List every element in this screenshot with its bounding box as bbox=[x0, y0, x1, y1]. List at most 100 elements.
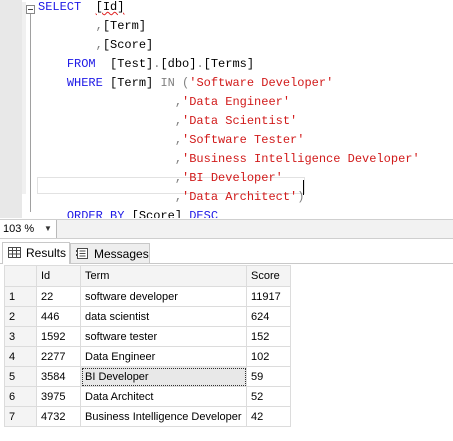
sql-operator: , bbox=[174, 95, 183, 109]
cell-id[interactable]: 3975 bbox=[36, 386, 81, 407]
cell-score[interactable]: 59 bbox=[246, 366, 291, 387]
row-number-cell[interactable]: 3 bbox=[4, 326, 37, 347]
cell-score[interactable]: 52 bbox=[246, 386, 291, 407]
query-editor[interactable]: SELECT [Id] ,[Term] ,[Score] FROM [Test]… bbox=[0, 0, 453, 218]
text-caret bbox=[303, 180, 304, 195]
sql-operator: , bbox=[174, 114, 183, 128]
cell-score[interactable]: 624 bbox=[246, 306, 291, 327]
code-line[interactable]: ,[Term] bbox=[38, 17, 146, 36]
code-line[interactable]: ,'Data Architect') bbox=[38, 188, 305, 207]
sql-string: 'Data Architect' bbox=[182, 190, 298, 204]
code-line[interactable]: ,[Score] bbox=[38, 36, 154, 55]
sql-keyword: SELECT bbox=[38, 0, 82, 14]
results-pane: Id Term Score 1 22 software developer 11917… bbox=[0, 263, 453, 441]
table-row[interactable]: 1 22 software developer 11917 bbox=[4, 286, 291, 307]
sql-keyword: DESC bbox=[189, 209, 219, 218]
code-line[interactable]: ,'Software Tester' bbox=[38, 131, 305, 150]
row-number-cell[interactable]: 4 bbox=[4, 346, 37, 367]
editor-status-strip: 103 % ▼ bbox=[0, 219, 453, 239]
sql-string: 'Software Tester' bbox=[182, 133, 305, 147]
cell-term[interactable]: software tester bbox=[80, 326, 247, 347]
table-row[interactable]: 4 2277 Data Engineer 102 bbox=[4, 346, 291, 367]
messages-icon bbox=[76, 248, 88, 259]
zoom-value: 103 % bbox=[3, 223, 35, 235]
cell-term[interactable]: BI Developer bbox=[80, 366, 247, 387]
column-header-term[interactable]: Term bbox=[80, 265, 247, 287]
code-line[interactable]: WHERE [Term] IN ('Software Developer' bbox=[38, 74, 333, 93]
cell-score[interactable]: 11917 bbox=[246, 286, 291, 307]
sql-text: [Score] bbox=[102, 38, 154, 52]
tab-results[interactable]: Results bbox=[2, 242, 70, 264]
results-grid[interactable]: Id Term Score 1 22 software developer 11917… bbox=[4, 265, 291, 427]
sql-string: 'Data Scientist' bbox=[182, 114, 298, 128]
outline-guide-line bbox=[30, 14, 31, 212]
row-number-cell[interactable]: 6 bbox=[4, 386, 37, 407]
row-number-cell[interactable]: 1 bbox=[4, 286, 37, 307]
sql-operator: , bbox=[174, 171, 183, 185]
code-line[interactable]: ,'Data Scientist' bbox=[38, 112, 297, 131]
table-row[interactable]: 3 1592 software tester 152 bbox=[4, 326, 291, 347]
cell-term[interactable]: data scientist bbox=[80, 306, 247, 327]
tab-messages-label: Messages bbox=[94, 247, 149, 261]
cell-id[interactable]: 4732 bbox=[36, 406, 81, 427]
grid-header-row: Id Term Score bbox=[4, 265, 291, 287]
sql-text: [Terms] bbox=[203, 57, 255, 71]
sql-text: [Term] bbox=[102, 19, 147, 33]
table-row[interactable]: 5 3584 BI Developer 59 bbox=[4, 366, 291, 387]
column-header-score[interactable]: Score bbox=[246, 265, 291, 287]
sql-operator: , bbox=[174, 152, 183, 166]
grid-icon bbox=[8, 247, 21, 258]
cell-id[interactable]: 446 bbox=[36, 306, 81, 327]
sql-operator: , bbox=[95, 38, 103, 52]
sql-text: [dbo] bbox=[160, 57, 197, 71]
cell-id[interactable]: 2277 bbox=[36, 346, 81, 367]
tab-messages[interactable]: Messages bbox=[70, 243, 150, 263]
sql-string: 'BI Developer' bbox=[182, 171, 283, 185]
code-line[interactable]: ,'Data Engineer' bbox=[38, 93, 290, 112]
code-line[interactable]: SELECT [Id] bbox=[38, 0, 124, 17]
cell-score[interactable]: 102 bbox=[246, 346, 291, 367]
table-row[interactable]: 2 446 data scientist 624 bbox=[4, 306, 291, 327]
tab-results-label: Results bbox=[26, 246, 67, 260]
cell-id[interactable]: 3584 bbox=[36, 366, 81, 387]
code-line[interactable]: ,'BI Developer' bbox=[38, 169, 283, 188]
cell-score[interactable]: 152 bbox=[246, 326, 291, 347]
cell-term[interactable]: Data Engineer bbox=[80, 346, 247, 367]
zoom-dropdown[interactable]: 103 % ▼ bbox=[0, 220, 57, 238]
collapse-icon[interactable] bbox=[26, 5, 35, 14]
sql-text: [Score] bbox=[124, 209, 190, 218]
code-line[interactable]: ,'Business Intelligence Developer' bbox=[38, 150, 420, 169]
results-tab-strip: Results Messages bbox=[0, 239, 453, 264]
chevron-down-icon[interactable]: ▼ bbox=[44, 220, 52, 238]
row-number-cell[interactable]: 5 bbox=[4, 366, 37, 387]
code-line[interactable]: ORDER BY [Score] DESC bbox=[38, 207, 218, 218]
sql-string: 'Data Engineer' bbox=[182, 95, 291, 109]
cell-term[interactable]: Data Architect bbox=[80, 386, 247, 407]
cell-term[interactable]: software developer bbox=[80, 286, 247, 307]
sql-string: 'Business Intelligence Developer' bbox=[182, 152, 420, 166]
table-row[interactable]: 6 3975 Data Architect 52 bbox=[4, 386, 291, 407]
cell-score[interactable]: 42 bbox=[246, 406, 291, 427]
cell-term[interactable]: Business Intelligence Developer bbox=[80, 406, 247, 427]
sql-keyword: FROM bbox=[66, 57, 96, 71]
code-line[interactable]: FROM [Test].[dbo].[Terms] bbox=[38, 55, 254, 74]
grid-corner-cell[interactable] bbox=[4, 265, 37, 287]
row-number-cell[interactable]: 2 bbox=[4, 306, 37, 327]
table-row[interactable]: 7 4732 Business Intelligence Developer 42 bbox=[4, 406, 291, 427]
sql-text: [Test] bbox=[95, 57, 154, 71]
cell-id[interactable]: 1592 bbox=[36, 326, 81, 347]
sql-operator: IN bbox=[160, 76, 175, 90]
sql-operator: , bbox=[174, 133, 183, 147]
row-number-cell[interactable]: 7 bbox=[4, 406, 37, 427]
column-header-id[interactable]: Id bbox=[36, 265, 81, 287]
cell-id[interactable]: 22 bbox=[36, 286, 81, 307]
change-tracking-bar bbox=[22, 2, 26, 194]
